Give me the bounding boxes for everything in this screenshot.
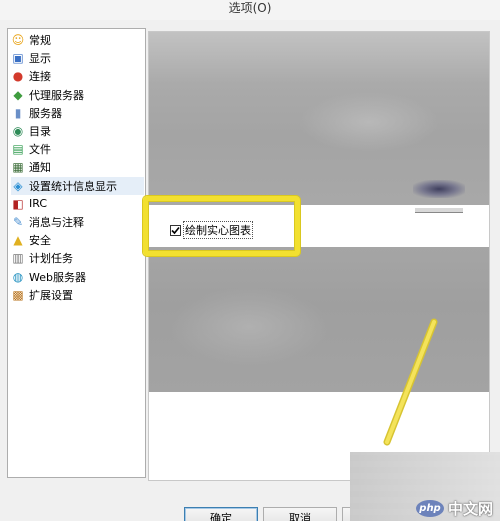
sidebar-item[interactable]: ▣ 显示 bbox=[11, 49, 144, 67]
blurred-preview-bottom bbox=[149, 247, 489, 392]
draw-solid-graph-option[interactable]: 绘制实心图表 bbox=[170, 221, 253, 239]
sidebar-item-label: 常规 bbox=[29, 34, 51, 47]
sidebar-item-label: 目录 bbox=[29, 125, 51, 138]
sidebar-item-label: 扩展设置 bbox=[29, 288, 73, 302]
php-logo: php bbox=[416, 499, 444, 517]
window-titlebar: 选项(O) bbox=[0, 0, 500, 20]
cancel-button[interactable]: 取消 bbox=[263, 507, 337, 521]
sidebar-item[interactable]: ▦ 通知 bbox=[11, 158, 144, 176]
sidebar-item-label: IRC bbox=[29, 197, 48, 211]
sidebar-item-label: 计划任务 bbox=[29, 252, 73, 266]
sidebar-item-label: 服务器 bbox=[29, 106, 62, 120]
graph-slot bbox=[415, 208, 463, 213]
sidebar-item[interactable]: ◈ 设置统计信息显示 bbox=[11, 176, 144, 195]
options-category-tree: ☺ 常规 ▣ 显示 ● 连接 ◆ 代理服务器 ▮ 服务器 ◉ 目录 ▤ 文件 ▦ 通知 ◈ 设置统计信息显示 ◧ IR… bbox=[7, 28, 146, 478]
directory-icon: ◉ bbox=[12, 124, 24, 138]
draw-solid-graph-label[interactable]: 绘制实心图表 bbox=[183, 221, 253, 239]
server-icon: ▮ bbox=[14, 105, 22, 120]
proxy-icon: ◆ bbox=[13, 87, 23, 102]
watermark: php 中文网 bbox=[416, 498, 493, 518]
display-icon: ▣ bbox=[12, 51, 24, 66]
checkmark-icon bbox=[171, 226, 180, 234]
sidebar-item[interactable]: ▤ 文件 bbox=[11, 140, 144, 158]
settings-content-panel bbox=[148, 31, 490, 481]
sidebar-item[interactable]: ▲ 安全 bbox=[11, 231, 144, 249]
sidebar-item[interactable]: ◉ 目录 bbox=[11, 122, 144, 140]
security-icon: ▲ bbox=[13, 233, 23, 248]
sidebar-item-label: 代理服务器 bbox=[29, 88, 84, 102]
extension-icon: ▩ bbox=[12, 287, 24, 302]
web-server-icon: ◍ bbox=[12, 269, 24, 284]
sidebar-item[interactable]: ◆ 代理服务器 bbox=[11, 86, 144, 104]
blur-haze bbox=[299, 92, 439, 152]
sidebar-item[interactable]: ● 连接 bbox=[11, 67, 144, 85]
sidebar-item[interactable]: ▮ 服务器 bbox=[11, 104, 144, 122]
irc-icon: ◧ bbox=[12, 196, 24, 211]
connection-icon: ● bbox=[12, 69, 24, 84]
sidebar-item-label: 连接 bbox=[29, 70, 51, 84]
draw-solid-graph-checkbox[interactable] bbox=[170, 224, 181, 236]
window-title: 选项(O) bbox=[228, 1, 272, 15]
sidebar-item-label: 设置统计信息显示 bbox=[29, 179, 117, 193]
sidebar-item-label: 通知 bbox=[29, 161, 51, 175]
sidebar-item[interactable]: ◍ Web服务器 bbox=[11, 268, 144, 286]
schedule-icon: ▥ bbox=[12, 251, 24, 266]
sidebar-item-label: 显示 bbox=[29, 52, 51, 66]
message-icon: ✎ bbox=[12, 215, 24, 229]
sidebar-item[interactable]: ◧ IRC bbox=[11, 195, 144, 213]
general-icon: ☺ bbox=[11, 33, 25, 47]
sidebar-item[interactable]: ▥ 计划任务 bbox=[11, 249, 144, 267]
sidebar-item[interactable]: ▩ 扩展设置 bbox=[11, 286, 144, 304]
blur-haze-bottom bbox=[169, 287, 329, 367]
sidebar-item-label: 安全 bbox=[29, 234, 51, 248]
watermark-text: 中文网 bbox=[448, 499, 494, 518]
sidebar-item-label: 消息与注释 bbox=[29, 216, 84, 229]
blurred-preview-top bbox=[149, 32, 489, 205]
sidebar-item[interactable]: ✎ 消息与注释 bbox=[11, 213, 144, 231]
ok-button[interactable]: 确定 bbox=[184, 507, 258, 521]
notify-icon: ▦ bbox=[12, 160, 24, 175]
sidebar-item[interactable]: ☺ 常规 bbox=[11, 31, 144, 49]
file-icon: ▤ bbox=[12, 142, 24, 157]
sidebar-item-label: 文件 bbox=[29, 143, 51, 157]
statistics-icon: ◈ bbox=[13, 178, 23, 193]
sidebar-item-label: Web服务器 bbox=[29, 270, 86, 284]
blurred-graph-bar bbox=[413, 180, 465, 198]
options-dialog: ☺ 常规 ▣ 显示 ● 连接 ◆ 代理服务器 ▮ 服务器 ◉ 目录 ▤ 文件 ▦ 通知 ◈ 设置统计信息显示 ◧ IR… bbox=[0, 20, 500, 521]
